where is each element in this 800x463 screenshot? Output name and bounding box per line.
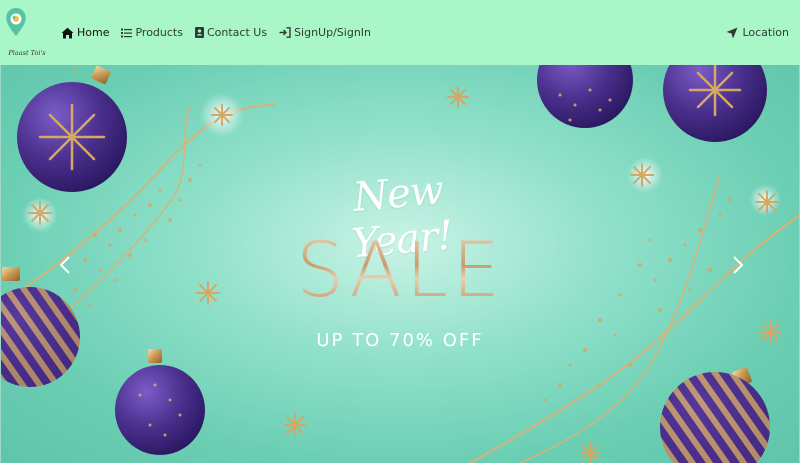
nav-products[interactable]: Products xyxy=(121,26,183,39)
chevron-right-icon xyxy=(733,256,744,274)
carousel-next-button[interactable] xyxy=(728,250,748,280)
list-icon xyxy=(121,28,133,37)
hero-carousel: New Year! SALE UP TO 70% OFF xyxy=(0,65,800,463)
chevron-left-icon xyxy=(59,256,70,274)
home-icon xyxy=(61,27,74,38)
brand-logo[interactable]: Plaast Toi's xyxy=(3,4,51,62)
nav-contact[interactable]: Contact Us xyxy=(194,26,268,39)
contact-card-icon xyxy=(194,27,204,38)
nav-signin[interactable]: SignUp/SignIn xyxy=(279,26,371,39)
location-arrow-icon xyxy=(726,27,738,38)
nav-location-label: Location xyxy=(742,26,789,39)
nav-location[interactable]: Location xyxy=(726,0,789,65)
carousel-prev-button[interactable] xyxy=(55,250,75,280)
nav-home-label: Home xyxy=(77,26,110,39)
navbar: Plaast Toi's Home Products Contact Us Si… xyxy=(0,0,800,65)
logo-text: Plaast Toi's xyxy=(8,49,46,57)
hero-discount-text: UP TO 70% OFF xyxy=(316,330,484,351)
sign-in-icon xyxy=(279,27,291,38)
hero-sale-text: SALE xyxy=(290,225,510,314)
nav-signin-label: SignUp/SignIn xyxy=(294,26,372,39)
nav-contact-label: Contact Us xyxy=(206,26,268,39)
nav-home[interactable]: Home xyxy=(61,26,109,39)
nav-links: Home Products Contact Us SignUp/SignIn xyxy=(61,0,383,65)
nav-products-label: Products xyxy=(135,26,183,39)
